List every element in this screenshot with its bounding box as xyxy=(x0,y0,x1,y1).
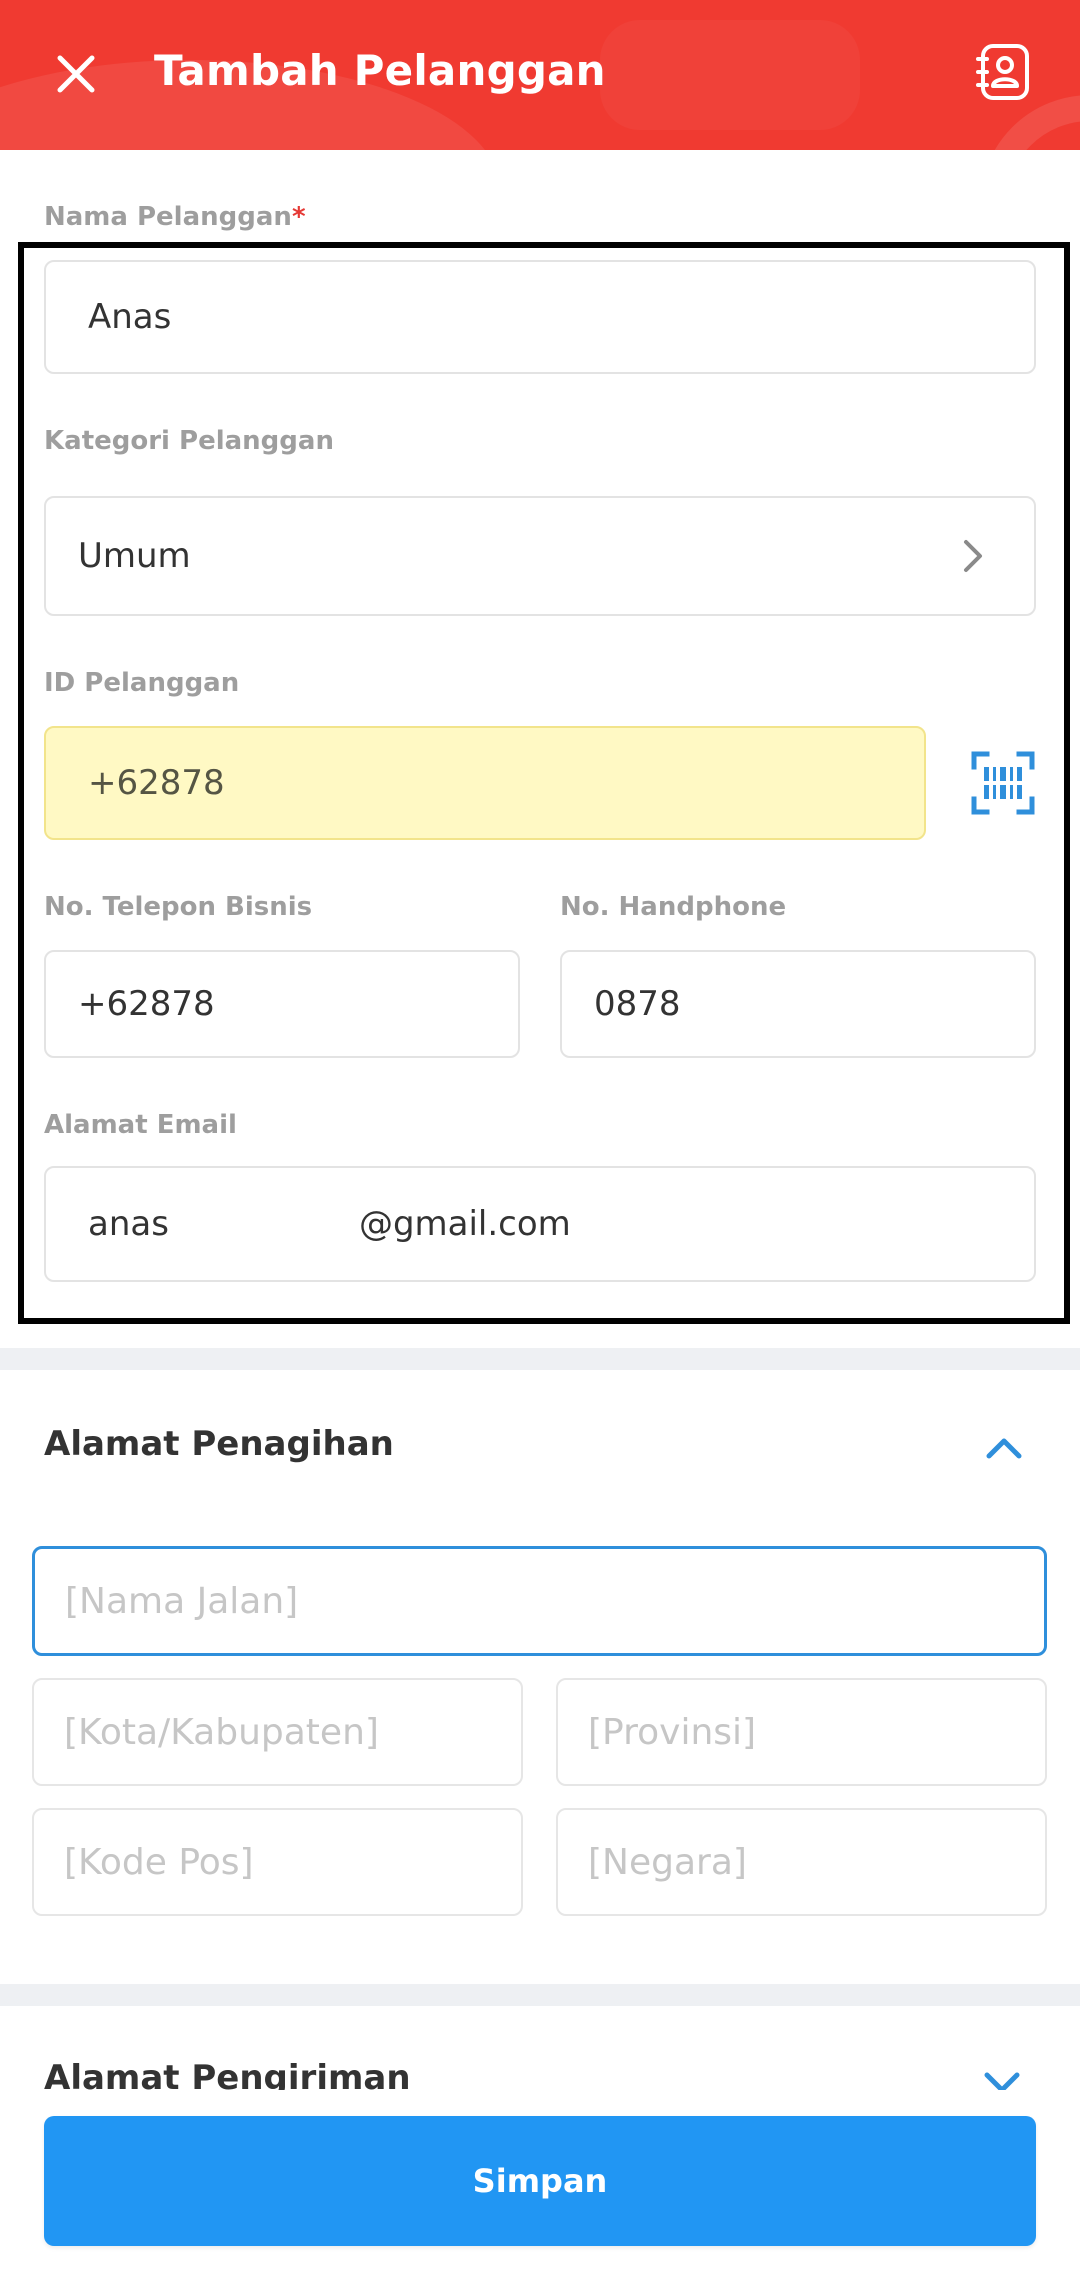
customer-id-value: +62878 xyxy=(88,763,225,803)
email-user-value: anas xyxy=(88,1204,169,1244)
chevron-right-icon xyxy=(964,540,982,572)
billing-address-title: Alamat Penagihan xyxy=(44,1424,394,1464)
street-placeholder: [Nama Jalan] xyxy=(65,1580,299,1622)
email-input[interactable]: anas @gmail.com xyxy=(44,1166,1036,1282)
customer-name-value: Anas xyxy=(88,297,172,337)
email-label: Alamat Email xyxy=(44,1110,237,1140)
close-button[interactable] xyxy=(40,38,112,110)
billing-collapse-toggle[interactable] xyxy=(974,1418,1034,1478)
business-phone-label: No. Telepon Bisnis xyxy=(44,892,313,922)
app-header: Tambah Pelanggan xyxy=(0,0,1080,150)
country-placeholder: [Negara] xyxy=(588,1841,747,1883)
mobile-phone-label: No. Handphone xyxy=(560,892,787,922)
province-input[interactable]: [Provinsi] xyxy=(556,1678,1047,1786)
customer-id-label: ID Pelanggan xyxy=(44,668,240,698)
customer-category-label: Kategori Pelanggan xyxy=(44,426,334,456)
required-mark: * xyxy=(291,202,306,232)
customer-name-label-text: Nama Pelanggan xyxy=(44,202,292,232)
section-divider xyxy=(0,1984,1080,2006)
city-placeholder: [Kota/Kabupaten] xyxy=(64,1711,379,1753)
customer-category-value: Umum xyxy=(78,536,191,576)
business-phone-value: +62878 xyxy=(78,984,215,1024)
chevron-up-icon xyxy=(986,1438,1022,1459)
email-domain-value: @gmail.com xyxy=(358,1204,571,1244)
customer-name-label: Nama Pelanggan* xyxy=(44,202,306,232)
add-customer-screen: Tambah Pelanggan Nama Pelanggan* Anas Ka… xyxy=(0,0,1080,2291)
save-button[interactable]: Simpan xyxy=(44,2116,1036,2246)
header-decoration xyxy=(600,20,860,130)
customer-name-input[interactable]: Anas xyxy=(44,260,1036,374)
postal-code-input[interactable]: [Kode Pos] xyxy=(32,1808,523,1916)
page-title: Tambah Pelanggan xyxy=(154,46,606,95)
mobile-phone-input[interactable]: 0878 xyxy=(560,950,1036,1058)
business-phone-input[interactable]: +62878 xyxy=(44,950,520,1058)
close-icon xyxy=(57,55,95,93)
contact-book-icon xyxy=(976,44,1029,100)
mobile-phone-value: 0878 xyxy=(594,984,681,1024)
customer-category-select[interactable]: Umum xyxy=(44,496,1036,616)
scan-barcode-button[interactable] xyxy=(968,748,1038,818)
postal-code-placeholder: [Kode Pos] xyxy=(64,1841,254,1883)
country-input[interactable]: [Negara] xyxy=(556,1808,1047,1916)
province-placeholder: [Provinsi] xyxy=(588,1711,757,1753)
city-input[interactable]: [Kota/Kabupaten] xyxy=(32,1678,523,1786)
barcode-scan-icon xyxy=(971,751,1035,815)
customer-id-input[interactable]: +62878 xyxy=(44,726,926,840)
street-input[interactable]: [Nama Jalan] xyxy=(32,1546,1047,1656)
contacts-button[interactable] xyxy=(968,36,1040,108)
section-divider xyxy=(0,1348,1080,1370)
